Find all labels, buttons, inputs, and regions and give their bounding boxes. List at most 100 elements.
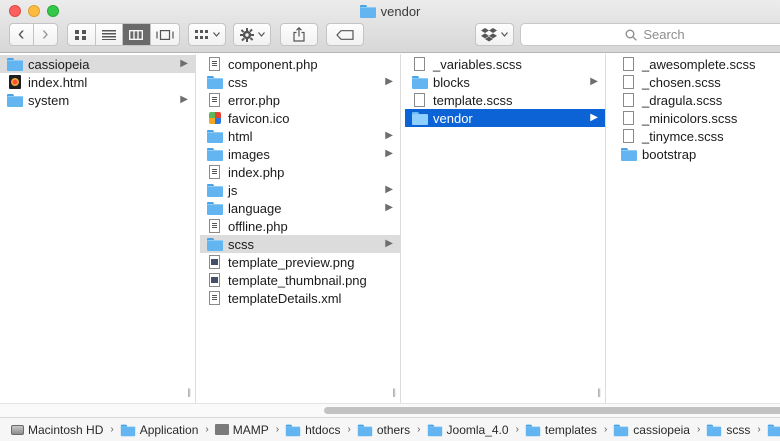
file-row[interactable]: _awesomplete.scss [614,55,780,73]
icon-view-button[interactable] [68,24,96,45]
row-label: _awesomplete.scss [642,56,756,72]
browser-column-1[interactable]: cassiopeia ▶ index.html system ▶ || [0,54,196,403]
disclosure-chevron-icon: ▶ [385,148,393,159]
path-separator-icon: › [110,424,114,435]
window-title-text: vendor [380,3,421,19]
folder-row[interactable]: html ▶ [200,127,400,145]
action-menu-button[interactable] [233,23,271,46]
chevron-down-icon [212,32,220,37]
edit-tags-button[interactable] [326,23,364,46]
back-button[interactable]: ‹ [10,24,34,45]
disclosure-chevron-icon: ▶ [385,76,393,87]
row-label: index.html [28,74,88,90]
code-file-icon [209,93,220,107]
file-row[interactable]: error.php [200,91,400,109]
forward-button[interactable]: › [34,24,57,45]
folder-icon [206,184,223,197]
row-icon-wrap [620,75,637,89]
file-row[interactable]: _tinymce.scss [614,127,780,145]
gallery-view-button[interactable] [151,24,179,45]
file-row[interactable]: index.html [0,73,195,91]
row-icon-wrap [206,165,223,179]
file-row[interactable]: _dragula.scss [614,91,780,109]
path-crumb[interactable]: scss [706,423,750,437]
folder-icon [120,424,135,436]
disclosure-chevron-icon: ▶ [385,202,393,213]
folder-row[interactable]: images ▶ [200,145,400,163]
path-crumb-label: Joomla_4.0 [446,422,509,437]
browser-column-4[interactable]: _awesomplete.scss _chosen.scss _dragula.sc… [606,54,780,403]
column-resize-handle[interactable]: || [597,387,601,397]
share-icon [293,27,305,42]
row-icon-wrap [206,201,223,215]
row-label: language [228,200,282,216]
scrollbar-thumb[interactable] [324,407,780,414]
browser-column-2[interactable]: component.php css ▶ error.php favicon.ico htm… [196,54,401,403]
column-view-button[interactable] [123,24,151,45]
file-row[interactable]: _minicolors.scss [614,109,780,127]
path-crumb[interactable]: cassiopeia [613,423,690,437]
folder-icon [357,424,373,436]
path-crumb[interactable]: Joomla_4.0 [427,423,509,437]
row-label: js [228,182,238,198]
image-file-icon [209,255,220,269]
file-row[interactable]: offline.php [200,217,400,235]
column-resize-handle[interactable]: || [392,387,396,397]
column-resize-handle[interactable]: || [187,387,191,397]
folder-row[interactable]: css ▶ [200,73,400,91]
folder-icon [525,424,541,436]
file-row[interactable]: _variables.scss [405,55,605,73]
path-crumb-label: Application [139,422,199,437]
folder-row[interactable]: language ▶ [200,199,400,217]
horizontal-scrollbar[interactable] [0,403,780,417]
group-by-button[interactable] [188,23,226,46]
file-row[interactable]: template_preview.png [200,253,400,271]
search-field[interactable]: Search [520,23,780,46]
row-icon-wrap [620,147,637,161]
columns-icon [129,29,144,40]
path-crumb[interactable]: Macintosh HD [11,423,103,437]
row-label: error.php [228,92,281,108]
path-crumb[interactable]: others [357,423,410,437]
code-file-icon [209,165,220,179]
folder-row[interactable]: scss ▶ [200,235,400,253]
share-button[interactable] [280,23,318,46]
folder-icon [411,76,428,89]
row-label: blocks [433,74,470,90]
file-row[interactable]: favicon.ico [200,109,400,127]
folder-row[interactable]: blocks ▶ [405,73,605,91]
file-row[interactable]: templateDetails.xml [200,289,400,307]
blank-file-icon [414,57,425,71]
row-label: css [228,74,248,90]
path-crumb[interactable]: htdocs [285,423,340,437]
path-separator-icon: › [417,424,421,435]
list-view-button[interactable] [96,24,124,45]
row-label: template_preview.png [228,254,355,270]
folder-row[interactable]: js ▶ [200,181,400,199]
path-crumb[interactable]: templates [525,423,597,437]
folder-row[interactable]: system ▶ [0,91,195,109]
row-label: _variables.scss [433,56,522,72]
file-row[interactable]: _chosen.scss [614,73,780,91]
path-crumb[interactable]: vendor [767,423,780,437]
dropbox-button[interactable] [475,23,514,46]
file-row[interactable]: index.php [200,163,400,181]
file-row[interactable]: template.scss [405,91,605,109]
path-crumb-label: others [376,422,411,437]
path-crumb[interactable]: MAMP [214,423,269,437]
folder-row[interactable]: cassiopeia ▶ [0,55,195,73]
search-placeholder: Search [643,27,685,42]
row-label: component.php [228,56,318,72]
file-row[interactable]: template_thumbnail.png [200,271,400,289]
grid-icon [75,29,87,40]
path-crumb[interactable]: Application [120,422,199,437]
row-icon-wrap [206,93,223,107]
row-icon-wrap [206,147,223,161]
folder-row[interactable]: vendor ▶ [405,109,605,127]
folder-row[interactable]: bootstrap [614,145,780,163]
row-label: _chosen.scss [642,74,721,90]
browser-column-3[interactable]: _variables.scss blocks ▶ template.scss vendo… [401,54,606,403]
file-row[interactable]: component.php [200,55,400,73]
list-icon [101,29,116,40]
row-label: offline.php [228,218,288,234]
